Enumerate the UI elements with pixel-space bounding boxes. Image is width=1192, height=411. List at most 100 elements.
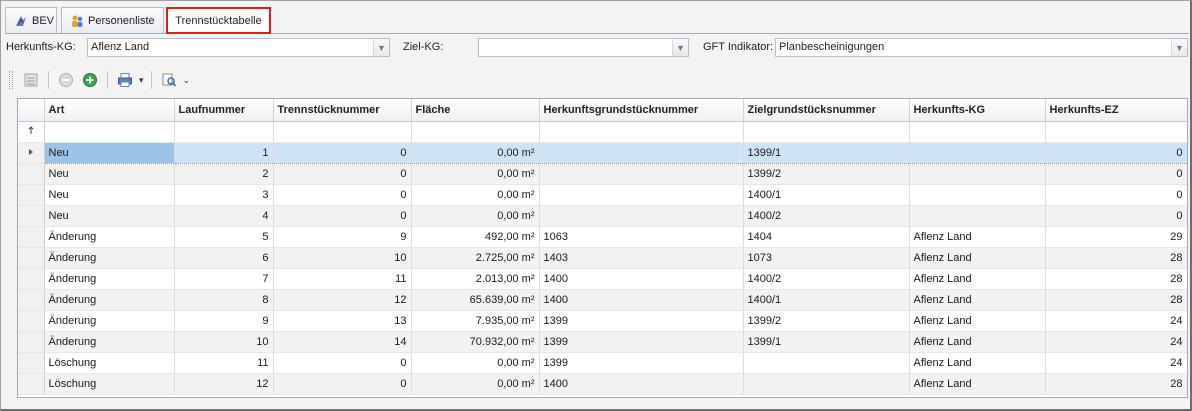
cell-trenn[interactable]: 14 <box>273 331 412 353</box>
cell-ziel[interactable]: 1400/2 <box>743 205 910 227</box>
cell-kg[interactable]: Aflenz Land <box>909 310 1046 332</box>
table-row[interactable]: Neu 2 0 0,00 m² 1399/2 0 <box>18 163 1187 185</box>
cell-ziel[interactable]: 1400/2 <box>743 268 910 290</box>
chevron-down-icon[interactable]: ▾ <box>139 75 144 86</box>
cell-ez[interactable]: 28 <box>1045 289 1187 311</box>
cell-trenn[interactable]: 0 <box>273 373 412 395</box>
cell-flaeche[interactable]: 2.725,00 m² <box>411 247 540 269</box>
cell-ez[interactable]: 24 <box>1045 310 1187 332</box>
row-indicator[interactable] <box>18 373 45 395</box>
cell-flaeche[interactable]: 2.013,00 m² <box>411 268 540 290</box>
cell-ziel[interactable]: 1404 <box>743 226 910 248</box>
cell-flaeche[interactable]: 0,00 m² <box>411 373 540 395</box>
cell-ziel[interactable]: 1400/1 <box>743 184 910 206</box>
chevron-down-icon[interactable]: ▼ <box>1171 39 1187 56</box>
cell-lauf[interactable]: 4 <box>174 205 274 227</box>
cell-lauf[interactable]: 2 <box>174 163 274 185</box>
cell-lauf[interactable]: 1 <box>174 141 274 164</box>
cell-trenn[interactable]: 11 <box>273 268 412 290</box>
table-row[interactable]: Änderung 8 12 65.639,00 m² 1400 1400/1 Aflenz … <box>18 289 1187 311</box>
column-header-art[interactable]: Art <box>44 99 175 122</box>
row-indicator[interactable] <box>18 184 45 206</box>
cell-herkunft[interactable]: 1399 <box>539 331 744 353</box>
cell-ziel[interactable]: 1073 <box>743 247 910 269</box>
filter-cell[interactable] <box>44 121 175 143</box>
row-indicator[interactable] <box>18 331 45 353</box>
cell-kg[interactable]: Aflenz Land <box>909 247 1046 269</box>
cell-ez[interactable]: 24 <box>1045 331 1187 353</box>
filter-search-icon[interactable] <box>159 70 179 90</box>
table-row[interactable]: Änderung 7 11 2.013,00 m² 1400 1400/2 Aflenz L… <box>18 268 1187 290</box>
table-row[interactable]: Änderung 10 14 70.932,00 m² 1399 1399/1 Aflenz… <box>18 331 1187 353</box>
cell-kg[interactable]: Aflenz Land <box>909 352 1046 374</box>
cell-kg[interactable]: Aflenz Land <box>909 289 1046 311</box>
cell-ez[interactable]: 28 <box>1045 247 1187 269</box>
filter-cell[interactable] <box>539 121 744 143</box>
cell-art[interactable]: Neu <box>44 141 175 164</box>
cell-flaeche[interactable]: 492,00 m² <box>411 226 540 248</box>
table-row[interactable]: Neu 1 0 0,00 m² 1399/1 0 <box>18 141 1187 164</box>
filter-cell[interactable] <box>411 121 540 143</box>
cell-lauf[interactable]: 12 <box>174 373 274 395</box>
cell-ez[interactable]: 29 <box>1045 226 1187 248</box>
cell-herkunft[interactable]: 1400 <box>539 373 744 395</box>
cell-flaeche[interactable]: 0,00 m² <box>411 163 540 185</box>
cell-kg[interactable]: Aflenz Land <box>909 331 1046 353</box>
cell-lauf[interactable]: 10 <box>174 331 274 353</box>
cell-lauf[interactable]: 5 <box>174 226 274 248</box>
filter-cell[interactable] <box>273 121 412 143</box>
cell-ziel[interactable]: 1399/1 <box>743 141 910 164</box>
table-row[interactable]: Löschung 12 0 0,00 m² 1400 Aflenz Land 28 <box>18 373 1187 395</box>
cell-flaeche[interactable]: 70.932,00 m² <box>411 331 540 353</box>
cell-ez[interactable]: 0 <box>1045 163 1187 185</box>
toolbar-grip[interactable] <box>9 71 13 89</box>
cell-art[interactable]: Änderung <box>44 331 175 353</box>
cell-ez[interactable]: 28 <box>1045 268 1187 290</box>
cell-herkunft[interactable]: 1063 <box>539 226 744 248</box>
row-indicator[interactable] <box>18 205 45 227</box>
cell-kg[interactable] <box>909 141 1046 164</box>
cell-trenn[interactable]: 13 <box>273 310 412 332</box>
column-header-herkunfts-kg[interactable]: Herkunfts-KG <box>909 99 1046 122</box>
table-row[interactable]: Neu 4 0 0,00 m² 1400/2 0 <box>18 205 1187 227</box>
cell-trenn[interactable]: 0 <box>273 352 412 374</box>
cell-flaeche[interactable]: 65.639,00 m² <box>411 289 540 311</box>
chevron-down-icon[interactable]: ⌄ <box>183 75 191 86</box>
chevron-down-icon[interactable]: ▼ <box>672 39 688 56</box>
column-header-flaeche[interactable]: Fläche <box>411 99 540 122</box>
cell-ez[interactable]: 0 <box>1045 141 1187 164</box>
cell-art[interactable]: Neu <box>44 184 175 206</box>
cell-lauf[interactable]: 9 <box>174 310 274 332</box>
cell-ziel[interactable]: 1399/1 <box>743 331 910 353</box>
list-icon[interactable] <box>21 70 41 90</box>
cell-art[interactable]: Änderung <box>44 247 175 269</box>
cell-trenn[interactable]: 9 <box>273 226 412 248</box>
cell-art[interactable]: Löschung <box>44 352 175 374</box>
herkunfts-kg-select[interactable]: Aflenz Land ▼ <box>87 38 390 57</box>
cell-ez[interactable]: 28 <box>1045 373 1187 395</box>
row-indicator[interactable] <box>18 268 45 290</box>
cell-kg[interactable]: Aflenz Land <box>909 373 1046 395</box>
cell-flaeche[interactable]: 7.935,00 m² <box>411 310 540 332</box>
column-header-laufnummer[interactable]: Laufnummer <box>174 99 274 122</box>
cell-art[interactable]: Änderung <box>44 289 175 311</box>
row-indicator[interactable] <box>18 352 45 374</box>
cell-flaeche[interactable]: 0,00 m² <box>411 141 540 164</box>
cell-ez[interactable]: 24 <box>1045 352 1187 374</box>
print-icon[interactable] <box>115 70 135 90</box>
cell-lauf[interactable]: 8 <box>174 289 274 311</box>
chevron-down-icon[interactable]: ▼ <box>373 39 389 56</box>
cell-flaeche[interactable]: 0,00 m² <box>411 184 540 206</box>
cell-flaeche[interactable]: 0,00 m² <box>411 352 540 374</box>
cell-trenn[interactable]: 0 <box>273 184 412 206</box>
cell-lauf[interactable]: 3 <box>174 184 274 206</box>
cell-art[interactable]: Neu <box>44 205 175 227</box>
cell-kg[interactable]: Aflenz Land <box>909 268 1046 290</box>
table-row[interactable]: Änderung 9 13 7.935,00 m² 1399 1399/2 Aflenz L… <box>18 310 1187 332</box>
gft-indikator-select[interactable]: Planbescheinigungen ▼ <box>775 38 1188 57</box>
cell-art[interactable]: Neu <box>44 163 175 185</box>
cell-herkunft[interactable]: 1399 <box>539 310 744 332</box>
cell-herkunft[interactable]: 1399 <box>539 352 744 374</box>
column-header-herkunftsgrundstuecknummer[interactable]: Herkunftsgrundstücknummer <box>539 99 744 122</box>
cell-ez[interactable]: 0 <box>1045 205 1187 227</box>
